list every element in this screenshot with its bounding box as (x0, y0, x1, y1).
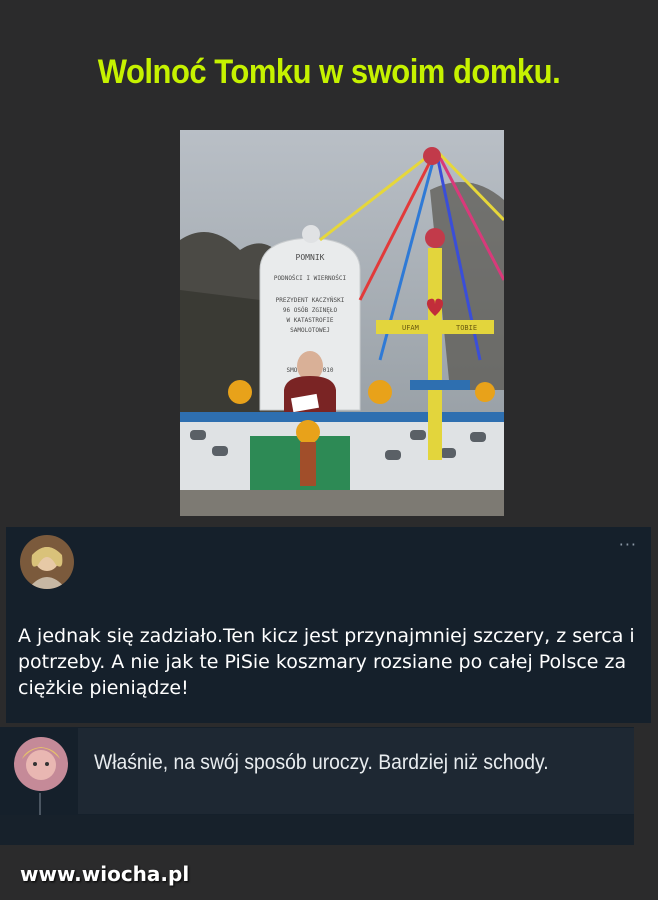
avatar[interactable] (14, 737, 68, 791)
monument-line: POMNIK (296, 253, 325, 262)
comment-post: ··· A jednak się zadziało.Ten kicz jest … (6, 527, 651, 723)
monument-line: PODNOŚCI I WIERNOŚCI (274, 275, 347, 282)
reply-text: Właśnie, na swój sposób uroczy. Bardziej… (94, 751, 549, 774)
cross-label-right: TOBIE (456, 324, 477, 332)
cross-label-left: UFAM (402, 324, 419, 332)
monument-line: PREZYDENT KACZYŃSKI (276, 297, 345, 304)
reply-post: Właśnie, na swój sposób uroczy. Bardziej… (0, 727, 634, 815)
page-headline: Wolnoć Tomku w swoim domku. (97, 51, 561, 92)
more-options-icon[interactable]: ··· (619, 535, 637, 554)
shrine-photo: POMNIK PODNOŚCI I WIERNOŚCI PREZYDENT KA… (180, 130, 504, 516)
monument-line: W KATASTROFIE (287, 317, 334, 324)
post-text: A jednak się zadziało.Ten kicz jest przy… (18, 625, 635, 699)
bottom-strip (0, 815, 634, 845)
thread-line (39, 793, 41, 815)
monument-line: 96 OSÓB ZGINĘŁO (283, 307, 338, 314)
monument-line: SAMOLOTOWEJ (290, 327, 330, 334)
site-watermark[interactable]: www.wiocha.pl (20, 862, 189, 886)
avatar[interactable] (20, 535, 74, 589)
